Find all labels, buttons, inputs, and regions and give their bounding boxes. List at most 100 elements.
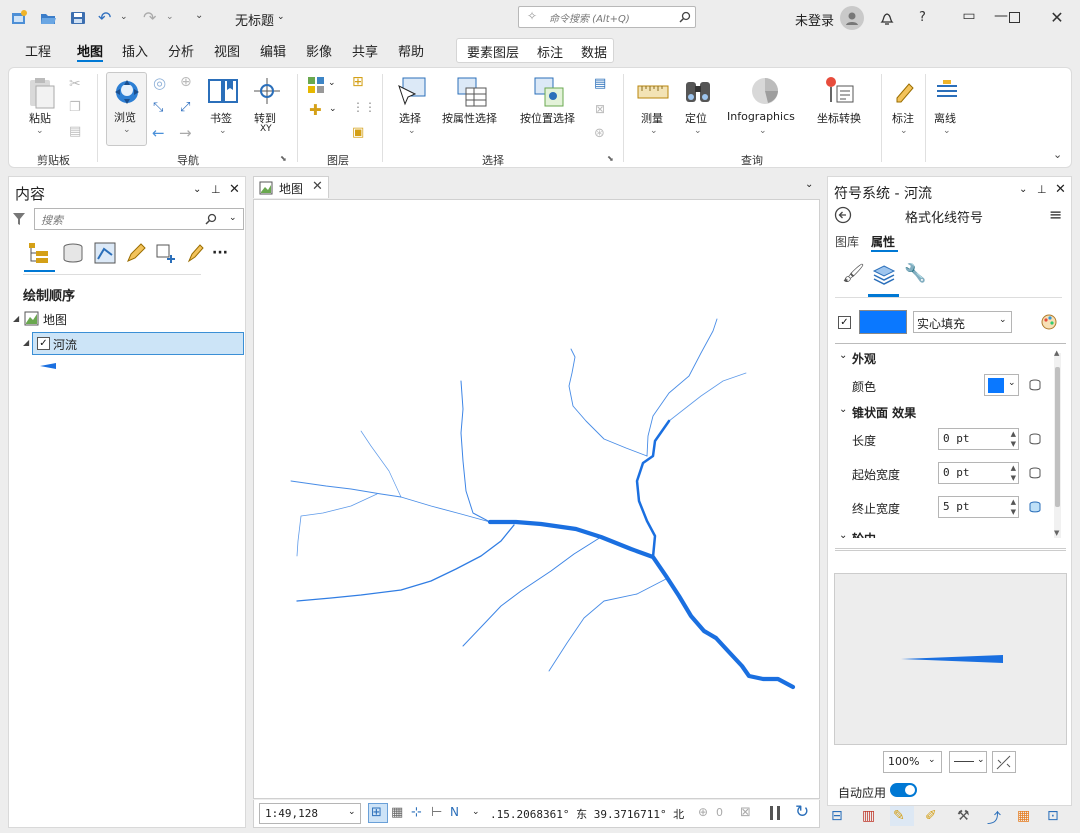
auto-apply-toggle[interactable] — [890, 783, 917, 797]
goto-xy-icon[interactable] — [252, 76, 282, 106]
source-database-icon[interactable] — [61, 241, 85, 265]
decrement-icon[interactable]: ▼ — [1011, 440, 1016, 448]
pane-options-icon[interactable]: ⌄ — [1019, 184, 1027, 195]
editing-pencil-icon[interactable] — [125, 241, 147, 265]
tab-imagery[interactable]: 影像 — [306, 41, 332, 60]
pane-options-icon[interactable]: ⌄ — [193, 184, 201, 195]
basemap-dropdown-icon[interactable]: ⌄ — [328, 78, 336, 88]
explore-button[interactable]: 浏览 ⌄ — [106, 72, 147, 146]
line-style-dropdown-icon[interactable]: ⌄ — [977, 755, 985, 765]
color-picker[interactable]: ⌄ — [984, 374, 1019, 396]
infographics-label[interactable]: Infographics — [727, 110, 795, 123]
full-extent-icon[interactable]: ◎ — [153, 74, 166, 92]
fixed-zoom-out-icon[interactable]: ⤢ — [180, 100, 190, 115]
end-width-input[interactable]: 5 pt ▲ ▼ — [938, 496, 1019, 518]
next-section[interactable]: 轮中 — [852, 530, 876, 538]
decrement-icon[interactable]: ▼ — [1011, 474, 1016, 482]
infographics-icon[interactable] — [748, 74, 782, 108]
attribute-mapping-icon[interactable] — [1029, 467, 1041, 479]
bookmarks-dropdown-icon[interactable]: ⌄ — [219, 126, 227, 136]
expand-layer-icon[interactable]: ◢ — [23, 338, 29, 347]
add-layer-icon[interactable]: ✚ — [309, 101, 322, 119]
preview-line-style-select[interactable]: ⌄ — [949, 751, 987, 773]
add-graphics-icon[interactable]: ▣ — [352, 125, 364, 140]
tab-analysis[interactable]: 分析 — [168, 41, 194, 60]
labeling-view-icon[interactable] — [185, 241, 205, 265]
length-input[interactable]: 0 pt ▲ ▼ — [938, 428, 1019, 450]
redo-dropdown-icon[interactable]: ⌄ — [166, 12, 174, 22]
drawing-order-icon[interactable] — [26, 241, 52, 265]
map-canvas[interactable] — [253, 199, 820, 799]
attributes-icon[interactable]: ▤ — [594, 76, 606, 91]
avatar[interactable] — [840, 6, 864, 30]
help-icon[interactable]: ? — [919, 10, 926, 25]
scale-dropdown-icon[interactable]: ⌄ — [348, 807, 356, 817]
infographics-dropdown-icon[interactable]: ⌄ — [759, 126, 767, 136]
fill-type-select[interactable]: 实心填充 ⌄ — [913, 311, 1012, 333]
more-options-icon[interactable]: ··· — [212, 245, 228, 261]
contents-search-input[interactable]: 搜索 ⌄ — [34, 208, 244, 230]
paste-icon[interactable] — [27, 76, 57, 110]
paste-dropdown-icon[interactable]: ⌄ — [36, 126, 44, 136]
map-view-tab[interactable]: 地图 ✕ — [253, 176, 329, 198]
snapping-icon[interactable] — [155, 241, 179, 265]
new-project-icon[interactable] — [10, 9, 28, 27]
increment-icon[interactable]: ▲ — [1011, 464, 1016, 472]
undo-icon[interactable]: ↶ — [98, 8, 111, 27]
increment-icon[interactable]: ▲ — [1011, 498, 1016, 506]
convert-coordinates-label[interactable]: 坐标转换 — [817, 110, 861, 126]
paste-label[interactable]: 粘贴 — [29, 110, 51, 126]
scroll-up-icon[interactable]: ▲ — [1054, 349, 1059, 357]
hamburger-menu-icon[interactable]: ≡ — [1049, 205, 1062, 224]
symbol-layer-checkbox[interactable]: ✓ — [838, 316, 851, 329]
selection-view-icon[interactable] — [93, 241, 117, 265]
layers-icon[interactable] — [872, 263, 896, 287]
scroll-down-icon[interactable]: ▼ — [1054, 529, 1059, 537]
layer-visibility-checkbox[interactable]: ✓ — [37, 337, 50, 350]
layer-symbol-preview[interactable] — [38, 362, 58, 370]
zoom-dropdown-icon[interactable]: ⌄ — [928, 755, 936, 765]
expand-map-icon[interactable]: ◢ — [13, 314, 19, 323]
attribute-mapping-icon[interactable] — [1029, 379, 1041, 391]
undo-dropdown-icon[interactable]: ⌄ — [120, 12, 128, 22]
tab-insert[interactable]: 插入 — [122, 41, 148, 60]
bookmarks-label[interactable]: 书签 — [210, 110, 232, 126]
palette-icon[interactable] — [1040, 313, 1058, 331]
tab-feature-layer[interactable]: 要素图层 — [467, 42, 519, 61]
ribbon-display-icon[interactable]: ▭ — [957, 8, 981, 28]
increment-icon[interactable]: ▲ — [1011, 430, 1016, 438]
pause-drawing-icon[interactable] — [770, 806, 773, 820]
grid-toggle-button[interactable]: ⊞ — [368, 803, 388, 823]
tab-project[interactable]: 工程 — [25, 41, 51, 60]
basemap-icon[interactable] — [307, 76, 327, 94]
create-features-icon[interactable]: ⊡ — [1047, 808, 1059, 824]
locate-label[interactable]: 定位 — [685, 110, 707, 126]
measure-dropdown-icon[interactable]: ⌄ — [650, 126, 658, 136]
sign-in-status[interactable]: 未登录 — [795, 10, 834, 29]
contents-pane-icon[interactable]: ⊟ — [831, 808, 843, 824]
attribute-mapping-icon[interactable] — [1029, 501, 1041, 513]
catalog-icon[interactable]: ▥ — [862, 808, 875, 824]
appearance-section[interactable]: 外观 — [852, 350, 876, 367]
layer-tree-item-rivers[interactable]: ◢ ✓ 河流 — [23, 332, 244, 355]
redo-icon[interactable]: ↷ — [143, 8, 156, 27]
offline-icon[interactable] — [934, 76, 960, 104]
tab-help[interactable]: 帮助 — [398, 41, 424, 60]
filter-icon[interactable] — [12, 211, 26, 227]
select-label[interactable]: 选择 — [399, 110, 421, 126]
label-pencil-icon[interactable] — [891, 76, 917, 104]
convert-coordinates-icon[interactable] — [821, 74, 855, 108]
label-class-icon[interactable]: ✐ — [925, 808, 937, 824]
modify-features-icon[interactable]: ⤴ — [987, 808, 1001, 828]
navigate-launcher-icon[interactable]: ⬊ — [280, 154, 287, 163]
tab-properties[interactable]: 属性 — [871, 233, 895, 250]
bookmark-icon[interactable] — [207, 76, 239, 106]
constraints-icon[interactable]: ⊢ — [431, 805, 442, 820]
map-tree-item[interactable]: 地图 — [43, 311, 67, 328]
notification-bell-icon[interactable] — [879, 9, 895, 27]
decrement-icon[interactable]: ▼ — [1011, 508, 1016, 516]
tab-share[interactable]: 共享 — [352, 41, 378, 60]
maximize-button[interactable] — [1002, 8, 1026, 28]
close-tab-icon[interactable]: ✕ — [312, 179, 323, 194]
tab-list-dropdown-icon[interactable]: ⌄ — [805, 179, 813, 190]
